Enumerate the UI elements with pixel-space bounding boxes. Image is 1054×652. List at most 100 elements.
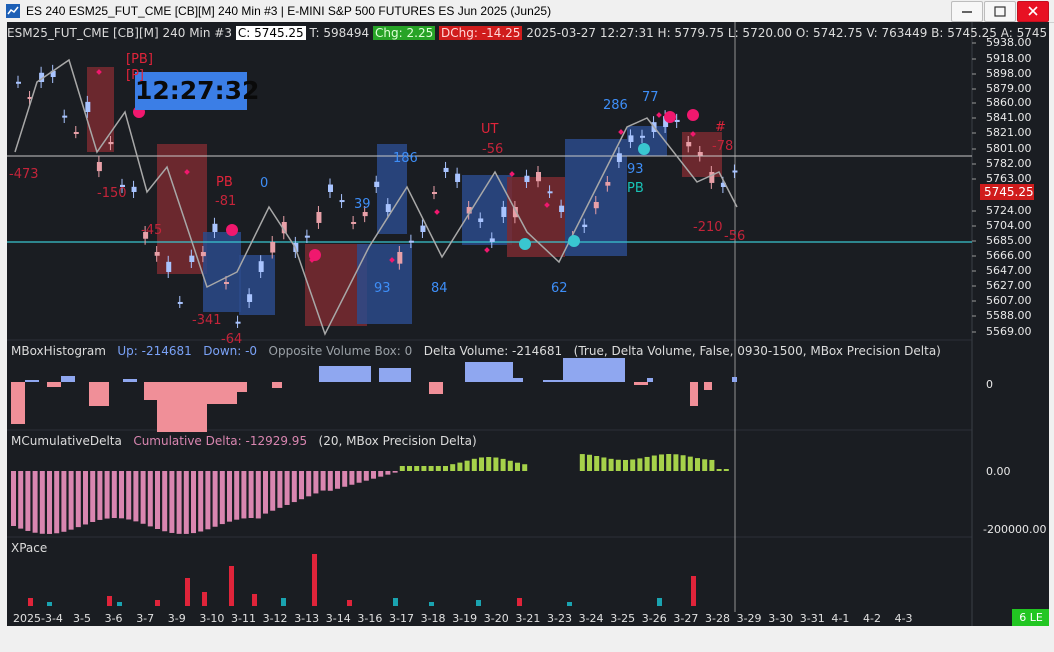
chart-annotation: -341 (192, 313, 222, 328)
date-tick-label: 3-31 (799, 612, 825, 625)
info-bar: ESM25_FUT_CME [CB][M] 240 Min #3 C: 5745… (7, 26, 1047, 42)
cumulative-bar-negative (18, 471, 24, 529)
date-tick-label: 3-24 (578, 612, 604, 625)
chart-annotation: 186 (393, 151, 418, 166)
cumulative-bar-negative (198, 471, 204, 532)
xpace-bar (202, 592, 207, 606)
cumulative-bar-negative (270, 471, 276, 511)
close-value: C: 5745.25 (235, 26, 306, 40)
cumulative-bar-positive (522, 464, 528, 471)
cumulative-bar-positive (486, 457, 492, 471)
chart-annotation: 77 (642, 90, 659, 105)
candle-body (154, 252, 160, 256)
price-tick-label: 5898.00 (986, 67, 1032, 80)
chart-annotation: 39 (354, 197, 371, 212)
cumulative-bar-negative (183, 471, 189, 534)
cumulative-bar-negative (111, 471, 117, 519)
date-tick-label: 3-19 (452, 612, 478, 625)
cumulative-bar-negative (248, 471, 254, 519)
chart-annotation: -56 (482, 142, 504, 157)
cumulative-bar-positive (399, 466, 405, 471)
cumulative-bar-negative (155, 471, 160, 529)
price-tick-label: 5918.00 (986, 52, 1032, 65)
candle-body (397, 252, 403, 264)
cumulative-bar-positive (594, 455, 600, 471)
cumulative-bar-positive (579, 454, 585, 471)
histogram-bar-positive (61, 376, 75, 382)
chart-annotation: PB (627, 181, 644, 196)
cumulative-bar-negative (263, 471, 268, 514)
chart-annotation: -78 (712, 139, 734, 154)
cumulative-bar-negative (54, 471, 60, 534)
status-badge[interactable]: 6 LE (1012, 609, 1049, 626)
cumulative-axis-zero: 0.00 (986, 465, 1011, 478)
cumulative-bar-positive (687, 456, 693, 471)
signal-dot (687, 109, 699, 121)
maximize-button[interactable] (984, 1, 1016, 22)
cumulative-bar-negative (284, 471, 290, 505)
signal-dot (519, 238, 531, 250)
date-tick-label: 3-9 (167, 612, 186, 625)
chart-area[interactable]: ESM25_FUT_CME [CB][M] 240 Min #3 C: 5745… (7, 22, 1049, 626)
signal-diamond (484, 247, 490, 253)
xpace-bar (476, 600, 481, 606)
histogram-bar-positive (319, 366, 371, 382)
chart-canvas[interactable] (7, 22, 1049, 626)
xpace-bar (429, 602, 434, 606)
price-tick-label: 5627.00 (986, 279, 1032, 292)
chart-annotation: 93 (627, 162, 644, 177)
cumulative-bar-negative (356, 471, 362, 483)
candle-body (616, 153, 622, 162)
cumulative-bar-negative (277, 471, 283, 508)
cumulative-bar-positive (615, 459, 621, 471)
minimize-button[interactable] (951, 1, 983, 22)
candle-body (582, 224, 588, 227)
date-tick-label: 3-28 (705, 612, 730, 625)
cumulative-bar-negative (25, 471, 31, 531)
date-tick-label: 3-30 (768, 612, 794, 625)
candle-body (351, 222, 357, 224)
histogram-bar-negative (272, 382, 282, 388)
candle-body (628, 135, 634, 142)
close-button[interactable] (1017, 1, 1049, 22)
cumulative-bar-negative (363, 471, 369, 481)
cumulative-bar-positive (630, 459, 636, 471)
cumulative-bar-positive (428, 466, 434, 471)
cumulative-bar-negative (378, 471, 384, 477)
cumulative-pane-header: MCumulativeDelta Cumulative Delta: -1292… (11, 434, 477, 448)
candle-body (686, 142, 692, 147)
timestamp: 2025-03-27 12:27:31 (526, 26, 654, 40)
histogram-bar-positive (732, 377, 737, 382)
candle-body (316, 212, 322, 223)
date-tick-label: 3-16 (357, 612, 383, 625)
cumulative-bar-positive (637, 458, 643, 471)
chart-annotation: -150 (97, 186, 127, 201)
candle-body (62, 115, 68, 118)
price-tick-label: 5938.00 (986, 36, 1032, 49)
cumulative-bar-negative (11, 471, 16, 526)
candle-body (524, 175, 530, 182)
volume-value: V: 763449 (866, 26, 928, 40)
cumulative-bar-negative (205, 471, 211, 530)
histogram-bar-negative (157, 382, 207, 432)
cumulative-bar-positive (443, 466, 448, 471)
date-tick-label: 3-26 (641, 612, 667, 625)
open-value: O: 5742.75 (795, 26, 863, 40)
xpace-bar (691, 576, 696, 606)
price-tick-label: 5607.00 (986, 294, 1032, 307)
cumulative-bar-positive (716, 469, 722, 471)
candle-body (432, 192, 437, 194)
date-tick-label: 3-23 (547, 612, 572, 625)
date-tick-label: 3-10 (199, 612, 225, 625)
xpace-bar (252, 594, 257, 606)
histogram-bar-positive (379, 368, 411, 382)
candle-body (478, 218, 484, 222)
histogram-bar-negative (11, 382, 25, 424)
histogram-bar-negative (704, 382, 712, 390)
trades-value: T: 598494 (309, 26, 370, 40)
xpace-bar (312, 554, 317, 606)
chart-annotation: [P] (126, 68, 144, 83)
histogram-bar-positive (563, 358, 625, 382)
cumulative-bar-negative (61, 471, 67, 532)
cumulative-bar-positive (659, 454, 664, 471)
